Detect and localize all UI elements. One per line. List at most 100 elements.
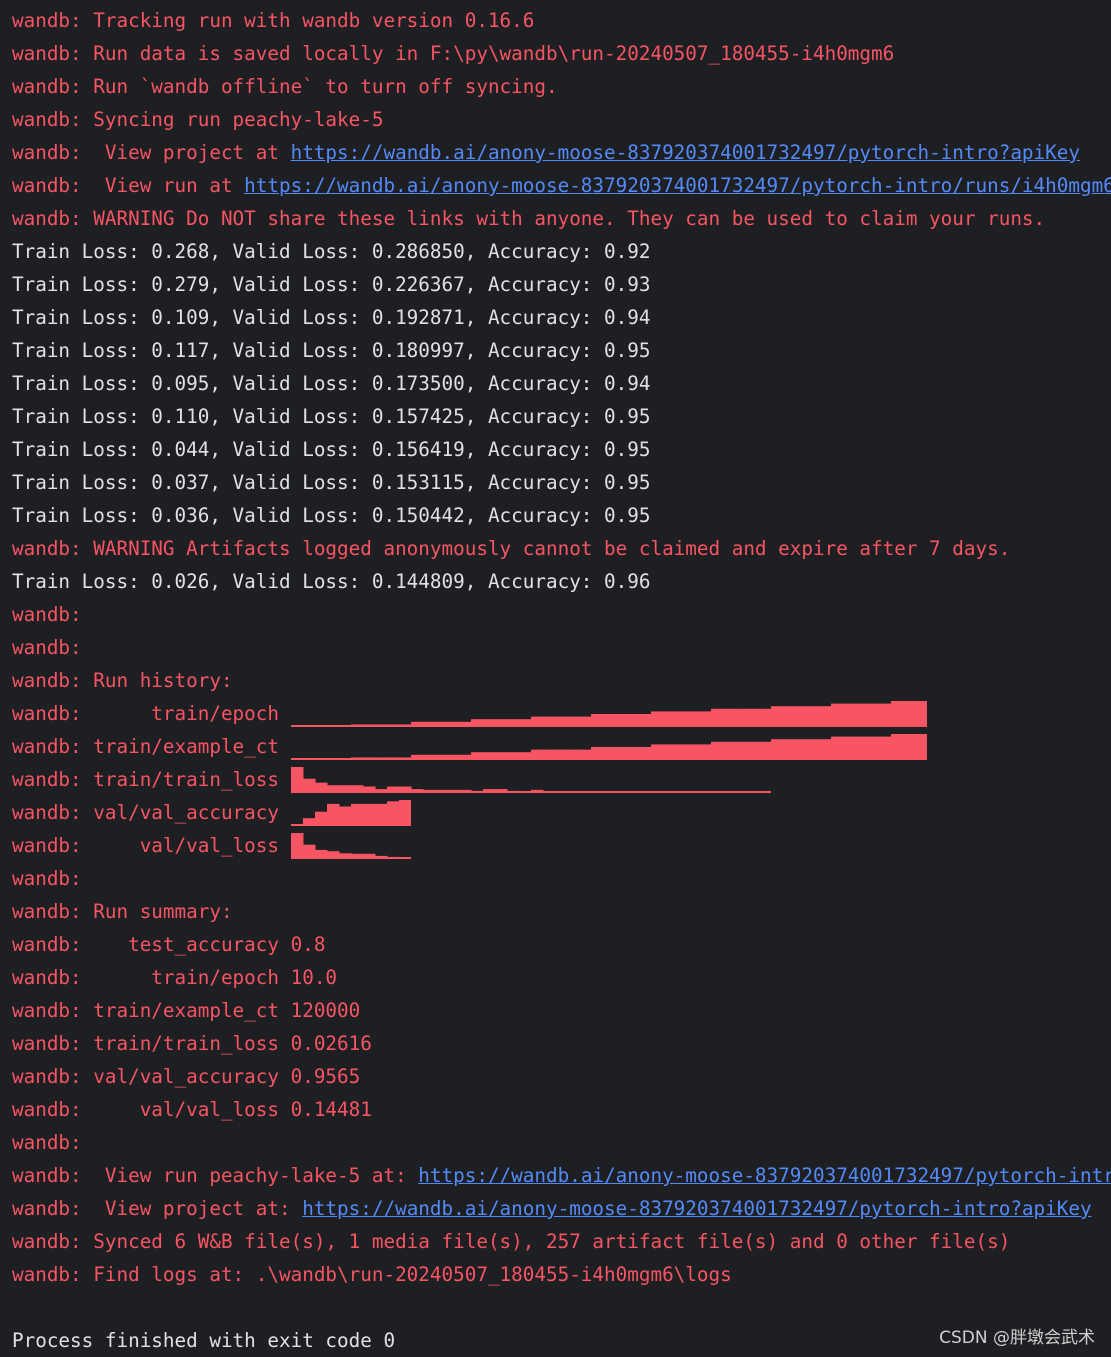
sparkline-bar bbox=[578, 791, 592, 793]
sparkline-bar bbox=[482, 789, 496, 793]
sparkline-val-loss bbox=[290, 829, 411, 862]
sparkline-val-accuracy bbox=[290, 796, 411, 829]
sparkline-train-epoch bbox=[290, 697, 927, 730]
history-label: wandb: train/example_ct bbox=[12, 735, 291, 758]
sparkline-bar bbox=[770, 706, 784, 727]
sparkline-bar bbox=[542, 791, 556, 793]
summary-label: wandb: val/val_accuracy bbox=[12, 1065, 291, 1088]
sparkline-bar bbox=[590, 747, 604, 760]
sparkline-bar bbox=[638, 791, 652, 793]
train-line: Train Loss: 0.095, Valid Loss: 0.173500,… bbox=[12, 372, 651, 395]
sparkline-bar bbox=[542, 749, 556, 760]
log-line-find-logs: wandb: Find logs at: .\wandb\run-2024050… bbox=[12, 1263, 732, 1286]
sparkline-bar bbox=[410, 721, 424, 727]
sparkline-bar bbox=[446, 789, 460, 793]
sparkline-bar bbox=[686, 744, 700, 760]
sparkline-bar bbox=[422, 721, 436, 727]
sparkline-bar bbox=[350, 757, 364, 760]
sparkline-bar bbox=[710, 791, 724, 793]
sparkline-bar bbox=[362, 724, 376, 727]
sparkline-bar bbox=[770, 739, 784, 760]
sparkline-bar bbox=[374, 803, 388, 826]
sparkline-bar bbox=[506, 719, 520, 727]
sparkline-bar bbox=[566, 716, 580, 727]
history-row-train-example-ct: wandb: train/example_ct bbox=[12, 730, 1111, 763]
sparkline-bar bbox=[338, 725, 352, 727]
history-label: wandb: val/val_accuracy bbox=[12, 801, 291, 824]
sparkline-bar bbox=[314, 849, 328, 859]
sparkline-bar bbox=[686, 791, 700, 793]
sparkline-bar bbox=[314, 811, 328, 826]
history-label: wandb: train/epoch bbox=[12, 702, 291, 725]
sparkline-bar bbox=[626, 791, 640, 793]
summary-label: wandb: train/epoch bbox=[12, 966, 291, 989]
sparkline-bar bbox=[554, 716, 568, 727]
log-line-blank: wandb: bbox=[12, 867, 82, 890]
sparkline-bar bbox=[698, 711, 712, 727]
sparkline-bar bbox=[530, 716, 544, 727]
sparkline-bar bbox=[602, 791, 616, 793]
summary-label: wandb: train/train_loss bbox=[12, 1032, 291, 1055]
log-line-offline-hint: wandb: Run `wandb offline` to turn off s… bbox=[12, 75, 558, 98]
sparkline-bar bbox=[338, 785, 352, 793]
sparkline-bar bbox=[602, 714, 616, 727]
sparkline-bar bbox=[386, 757, 400, 760]
sparkline-bar bbox=[662, 791, 676, 793]
sparkline-bar bbox=[758, 791, 771, 793]
sparkline-bar bbox=[818, 706, 832, 727]
sparkline-bar bbox=[290, 725, 304, 727]
log-line-view-project: wandb: View project at https://wandb.ai/… bbox=[12, 136, 1111, 169]
log-line-view-project-final: wandb: View project at: https://wandb.ai… bbox=[12, 1192, 1111, 1225]
log-prefix: wandb: View project at bbox=[12, 141, 291, 164]
train-line-final: Train Loss: 0.026, Valid Loss: 0.144809,… bbox=[12, 570, 651, 593]
sparkline-bar bbox=[722, 741, 736, 760]
summary-value: 120000 bbox=[290, 999, 361, 1022]
log-line-blank: wandb: bbox=[12, 636, 82, 659]
sparkline-bar bbox=[818, 739, 832, 760]
sparkline-bar bbox=[734, 741, 748, 760]
train-line: Train Loss: 0.279, Valid Loss: 0.226367,… bbox=[12, 273, 651, 296]
project-link[interactable]: https://wandb.ai/anony-moose-83792037400… bbox=[291, 141, 1080, 164]
log-line-blank: wandb: bbox=[12, 603, 82, 626]
sparkline-bar bbox=[530, 749, 544, 760]
train-line: Train Loss: 0.117, Valid Loss: 0.180997,… bbox=[12, 339, 651, 362]
sparkline-bar bbox=[326, 725, 340, 727]
sparkline-bar bbox=[410, 754, 424, 760]
project-link-final[interactable]: https://wandb.ai/anony-moose-83792037400… bbox=[302, 1197, 1091, 1220]
summary-value: 0.9565 bbox=[290, 1065, 361, 1088]
sparkline-bar bbox=[422, 754, 436, 760]
sparkline-bar bbox=[578, 716, 592, 727]
run-link-final[interactable]: https://wandb.ai/anony-moose-83792037400… bbox=[418, 1164, 1111, 1187]
sparkline-bar bbox=[674, 744, 688, 760]
sparkline-bar bbox=[650, 711, 664, 727]
run-link[interactable]: https://wandb.ai/anony-moose-83792037400… bbox=[244, 174, 1111, 197]
sparkline-svg bbox=[290, 833, 411, 859]
train-line: Train Loss: 0.110, Valid Loss: 0.157425,… bbox=[12, 405, 651, 428]
summary-row-train-epoch: wandb: train/epoch 10.0 bbox=[12, 961, 1111, 994]
run-history-title: wandb: Run history: bbox=[12, 669, 233, 692]
sparkline-bar bbox=[866, 703, 880, 727]
sparkline-bar bbox=[710, 741, 724, 760]
sparkline-bar bbox=[326, 803, 340, 826]
sparkline-bar bbox=[314, 725, 328, 727]
sparkline-bar bbox=[470, 752, 484, 760]
sparkline-bar bbox=[350, 853, 364, 859]
sparkline-bar bbox=[362, 757, 376, 760]
sparkline-bar bbox=[458, 789, 472, 793]
sparkline-train-loss bbox=[290, 763, 771, 796]
summary-row-train-loss: wandb: train/train_loss 0.02616 bbox=[12, 1027, 1111, 1060]
sparkline-bar bbox=[758, 708, 772, 727]
sparkline-bar bbox=[626, 747, 640, 760]
sparkline-bar bbox=[614, 791, 628, 793]
train-line: Train Loss: 0.037, Valid Loss: 0.153115,… bbox=[12, 471, 651, 494]
sparkline-bar bbox=[782, 706, 796, 727]
log-line-view-run-final: wandb: View run peachy-lake-5 at: https:… bbox=[12, 1159, 1111, 1192]
sparkline-bar bbox=[290, 767, 304, 793]
sparkline-bar bbox=[398, 757, 412, 760]
sparkline-bar bbox=[626, 714, 640, 727]
log-line-version: wandb: Tracking run with wandb version 0… bbox=[12, 9, 535, 32]
summary-value: 0.8 bbox=[290, 933, 326, 956]
sparkline-svg bbox=[290, 701, 927, 727]
sparkline-bar bbox=[374, 855, 388, 859]
